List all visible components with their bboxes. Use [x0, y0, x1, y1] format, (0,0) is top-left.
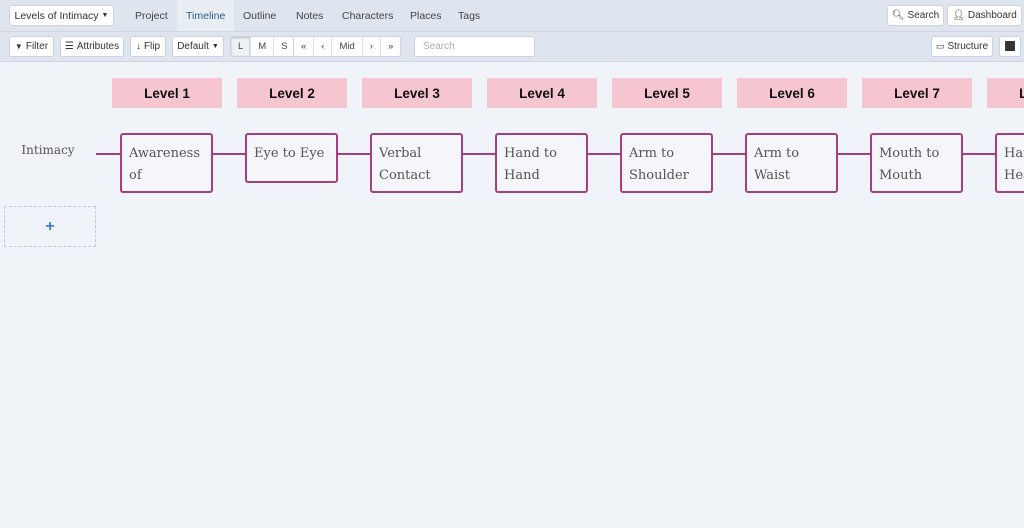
export-button[interactable]: ⬛︎: [999, 36, 1021, 57]
timeline-search-input[interactable]: [414, 36, 535, 57]
size-m-button[interactable]: M: [251, 37, 275, 56]
level-header[interactable]: Level 2: [237, 78, 347, 108]
next-button[interactable]: ›: [363, 37, 381, 56]
level-header[interactable]: Level 3: [362, 78, 472, 108]
tab-timeline[interactable]: Timeline: [177, 0, 235, 31]
dashboard-button[interactable]: 👤︎ Dashboard: [947, 5, 1022, 26]
scene-card[interactable]: Verbal Contact: [370, 133, 463, 193]
level-header[interactable]: Level 4: [487, 78, 597, 108]
timeline-canvas: Intimacy Level 1 Level 2 Level 3 Level 4 Lev…: [0, 63, 1024, 528]
structure-icon: ▭: [935, 41, 945, 51]
level-header[interactable]: Level 7: [862, 78, 972, 108]
size-toggle: L M S: [230, 36, 296, 57]
filter-button[interactable]: ▼ Filter: [9, 36, 54, 57]
scene-card[interactable]: Awareness of Presence: [120, 133, 213, 193]
search-button[interactable]: 🔍︎ Search: [887, 5, 944, 26]
list-icon: ☰: [64, 41, 74, 52]
arrow-down-icon: ↓: [135, 41, 141, 52]
structure-button[interactable]: ▭ Structure: [931, 36, 993, 57]
tab-places[interactable]: Places: [401, 0, 451, 31]
size-s-button[interactable]: S: [274, 37, 294, 56]
filter-icon: ▼: [14, 42, 23, 51]
scene-card[interactable]: Arm to Waist: [745, 133, 838, 193]
tab-tags[interactable]: Tags: [449, 0, 489, 31]
jump-end-button[interactable]: »: [381, 37, 400, 56]
user-icon: 👤︎: [952, 10, 965, 21]
level-header[interactable]: Level 5: [612, 78, 722, 108]
scene-card[interactable]: Hand to Hand: [495, 133, 588, 193]
level-header[interactable]: Level 1: [112, 78, 222, 108]
tab-project[interactable]: Project: [126, 0, 177, 31]
attributes-button[interactable]: ☰ Attributes: [60, 36, 124, 57]
jump-start-button[interactable]: «: [294, 37, 315, 56]
tab-outline[interactable]: Outline: [234, 0, 285, 31]
caret-down-icon: ▼: [211, 43, 219, 50]
scene-card[interactable]: Hand to Head: [995, 133, 1024, 193]
prev-button[interactable]: ‹: [314, 37, 333, 56]
add-row-button[interactable]: +: [4, 206, 96, 247]
scene-card[interactable]: Eye to Eye: [245, 133, 338, 183]
preset-dropdown[interactable]: Default ▼: [172, 36, 224, 57]
caret-down-icon: ▼: [101, 12, 109, 19]
mid-button[interactable]: Mid: [332, 37, 363, 56]
scene-card[interactable]: Mouth to Mouth: [870, 133, 963, 193]
top-nav: Levels of Intimacy ▼ Project Timeline Outli…: [0, 0, 1024, 31]
level-header[interactable]: Level 6: [737, 78, 847, 108]
size-l-button[interactable]: L: [231, 37, 252, 56]
search-icon: 🔍︎: [891, 10, 905, 21]
project-dropdown[interactable]: Levels of Intimacy ▼: [9, 5, 114, 26]
level-header[interactable]: Level 8: [987, 78, 1024, 108]
export-icon: ⬛︎: [1005, 41, 1015, 52]
row-label[interactable]: Intimacy: [0, 143, 96, 157]
tab-characters[interactable]: Characters: [333, 0, 402, 31]
scene-card[interactable]: Arm to Shoulder: [620, 133, 713, 193]
flip-button[interactable]: ↓ Flip: [130, 36, 166, 57]
timeline-nav: « ‹ Mid › »: [293, 36, 402, 57]
tab-notes[interactable]: Notes: [287, 0, 332, 31]
